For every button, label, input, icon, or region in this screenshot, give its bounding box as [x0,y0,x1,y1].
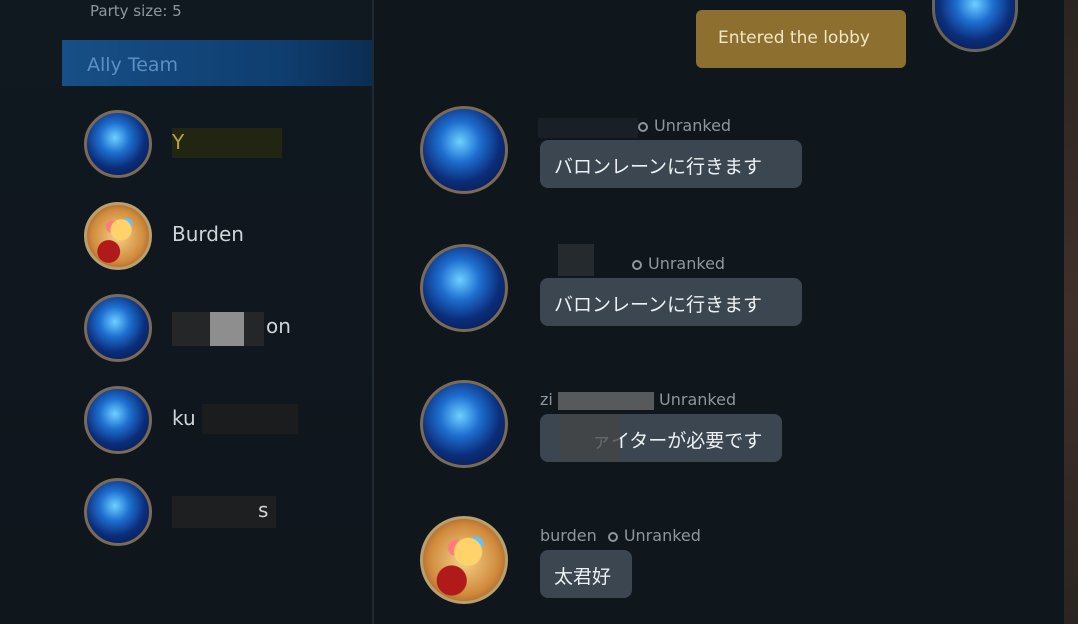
rank-icon [638,121,648,132]
chat-bubble: バロンレーンに行きます [540,140,802,188]
ally-team-label: Ally Team [87,54,179,76]
member-name: ku [172,406,196,430]
player-avatar[interactable] [420,516,508,604]
player-avatar[interactable] [84,202,152,270]
window-edge [1064,0,1078,624]
rank-label: Unranked [623,526,701,545]
self-avatar[interactable] [932,0,1018,52]
player-avatar[interactable] [420,380,508,468]
message-text: 太君好 [554,566,612,588]
chat-message: burden Unranked 太君好 [420,516,840,616]
redacted-name-block [557,391,654,410]
party-size: Party size: 5 [90,2,182,20]
sender-name: zi [540,390,553,409]
member-name: s [258,498,269,522]
panel-divider [372,0,374,624]
player-avatar[interactable] [84,110,152,178]
redacted-name-block [558,244,594,276]
rank-label: Unranked [654,116,732,135]
player-avatar[interactable] [84,294,152,362]
party-panel: Party size: 5 Ally Team Y Burden on ku s [0,0,372,624]
member-name: on [266,314,291,338]
party-member[interactable]: Y [84,110,364,182]
member-name: Y [172,130,185,154]
player-avatar[interactable] [420,106,508,194]
rank-icon [632,259,642,270]
message-text: バロンレーンに行きます [554,294,763,316]
redacted-name-block [172,128,282,158]
sender-name: burden [540,526,597,545]
system-message-bubble: Entered the lobby [696,10,906,68]
rank-icon [607,531,618,542]
message-meta: zi Unranked [540,390,736,410]
message-meta: burden Unranked [540,526,701,545]
player-avatar[interactable] [84,386,152,454]
member-name: Burden [172,222,244,246]
chat-bubble: 太君好 [540,550,632,598]
redacted-name-block [210,312,244,346]
message-meta: Unranked [638,116,731,135]
party-member[interactable]: Burden [84,202,364,274]
redacted-name-block [538,118,638,138]
chat-message: Unranked バロンレーンに行きます [420,244,840,344]
redacted-name-block [202,404,298,434]
player-avatar[interactable] [84,478,152,546]
party-member[interactable]: s [84,478,364,550]
message-text: バロンレーンに行きます [554,156,763,178]
chat-bubble: バロンレーンに行きます [540,278,802,326]
party-member[interactable]: ku [84,386,364,458]
system-message-text: Entered the lobby [718,28,870,48]
rank-label: Unranked [659,390,737,409]
chat-message: Unranked バロンレーンに行きます [420,106,840,206]
redacted-text-block [560,414,620,462]
rank-label: Unranked [648,254,726,273]
chat-message: zi Unranked ァイターが必要です [420,380,840,480]
party-member[interactable]: on [84,294,364,366]
message-meta: Unranked [632,254,725,273]
ally-team-header[interactable]: Ally Team [62,40,372,86]
player-avatar[interactable] [420,244,508,332]
